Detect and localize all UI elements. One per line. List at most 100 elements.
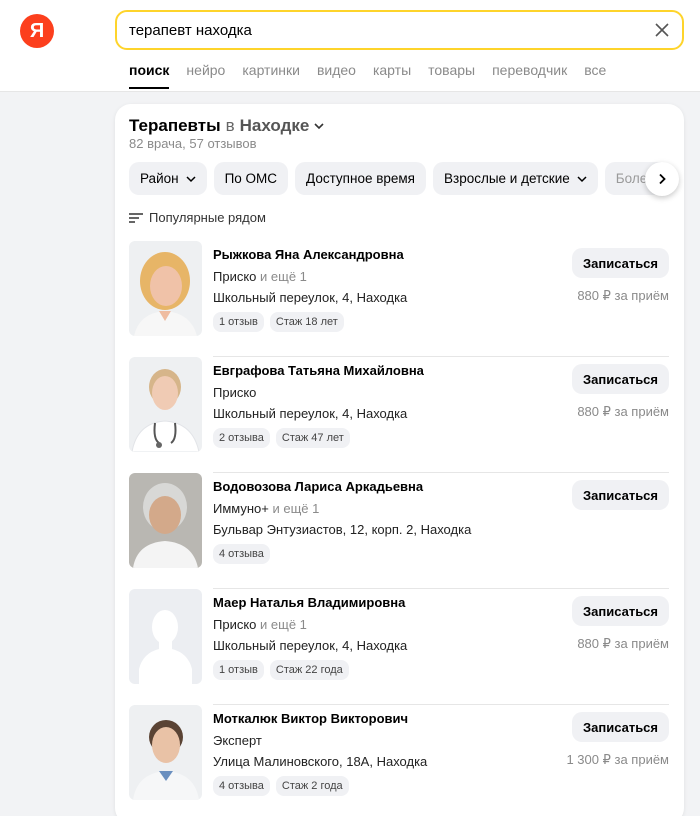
doctor-name[interactable]: Евграфова Татьяна Михайловна [213, 363, 424, 378]
sort-icon [129, 212, 143, 223]
search-tabs: поиск нейро картинки видео карты товары … [129, 62, 623, 90]
doctor-price: 1 300 ₽ за приём [566, 752, 669, 767]
reviews-badge[interactable]: 1 отзыв [213, 312, 264, 332]
doctor-photo[interactable] [129, 357, 202, 452]
clinic-more[interactable]: и ещё 1 [273, 501, 320, 516]
doctor-address: Школьный переулок, 4, Находка [213, 406, 408, 421]
chevron-down-icon [314, 123, 324, 130]
book-button[interactable]: Записаться [572, 596, 669, 626]
doctor-photo[interactable] [129, 589, 202, 684]
sort-label: Популярные рядом [149, 210, 266, 225]
doctor-portrait-image [129, 473, 202, 568]
clinic-more[interactable]: и ещё 1 [260, 617, 307, 632]
filter-district[interactable]: Район [129, 162, 207, 195]
clinic-more[interactable]: и ещё 1 [260, 269, 307, 284]
tab-search[interactable]: поиск [129, 62, 170, 90]
doctor-name[interactable]: Водовозова Лариса Аркадьевна [213, 479, 423, 494]
book-button[interactable]: Записаться [572, 364, 669, 394]
doctor-photo[interactable] [129, 705, 202, 800]
logo-letter: Я [29, 19, 45, 42]
clinic-name: Приско [213, 385, 257, 400]
doctor-photo[interactable] [129, 473, 202, 568]
filter-bar: Район По ОМС Доступное время Взрослые и … [129, 162, 684, 195]
experience-badge: Стаж 2 года [275, 776, 349, 796]
doctor-badges: 2 отзыва Стаж 47 лет [213, 428, 350, 448]
header: Я поиск нейро картинки видео карты товар… [0, 0, 700, 92]
clear-icon[interactable] [652, 20, 672, 40]
filter-label: Доступное время [306, 171, 415, 186]
filter-label: Взрослые и детские [444, 171, 570, 186]
clinic-name: Приско [213, 269, 257, 284]
doctor-price: 880 ₽ за приём [577, 404, 669, 419]
doctor-clinic: Приско и ещё 1 [213, 269, 307, 284]
card-subtitle: 82 врача, 57 отзывов [129, 136, 257, 151]
filter-age[interactable]: Взрослые и детские [433, 162, 598, 195]
search-box [115, 10, 684, 50]
filters-next-button[interactable] [645, 162, 679, 196]
title-prefix: Терапевты [129, 116, 221, 135]
doctor-name[interactable]: Рыжкова Яна Александровна [213, 247, 404, 262]
doctor-clinic: Эксперт [213, 733, 262, 748]
tab-products[interactable]: товары [428, 62, 475, 90]
doctor-item[interactable]: Моткалюк Виктор Викторович Эксперт Улица… [129, 705, 669, 816]
doctor-item[interactable]: Рыжкова Яна Александровна Приско и ещё 1… [129, 241, 669, 357]
chevron-down-icon [186, 175, 196, 182]
doctor-badges: 4 отзыва Стаж 2 года [213, 776, 349, 796]
tab-video[interactable]: видео [317, 62, 356, 90]
tab-neuro[interactable]: нейро [186, 62, 225, 90]
clinic-name: Эксперт [213, 733, 262, 748]
doctor-badges: 1 отзыв Стаж 22 года [213, 660, 349, 680]
filter-oms[interactable]: По ОМС [213, 162, 289, 195]
doctor-badges: 1 отзыв Стаж 18 лет [213, 312, 344, 332]
doctor-portrait-image [129, 705, 202, 800]
avatar-placeholder-image [129, 589, 202, 684]
doctor-item[interactable]: Водовозова Лариса Аркадьевна Иммуно+ и е… [129, 473, 669, 589]
doctor-item[interactable]: Маер Наталья Владимировна Приско и ещё 1… [129, 589, 669, 705]
doctor-address: Бульвар Энтузиастов, 12, корп. 2, Находк… [213, 522, 472, 537]
clinic-name: Приско [213, 617, 257, 632]
reviews-badge[interactable]: 1 отзыв [213, 660, 264, 680]
experience-badge: Стаж 22 года [269, 660, 349, 680]
reviews-badge[interactable]: 4 отзыва [213, 544, 270, 564]
doctor-portrait-image [129, 241, 202, 336]
tab-translator[interactable]: переводчик [492, 62, 567, 90]
book-button[interactable]: Записаться [572, 712, 669, 742]
filter-available-time[interactable]: Доступное время [295, 162, 426, 195]
doctors-card: Терапевты в Находке 82 врача, 57 отзывов… [115, 104, 684, 816]
experience-badge: Стаж 18 лет [269, 312, 344, 332]
clinic-name: Иммуно+ [213, 501, 269, 516]
doctor-price: 880 ₽ за приём [577, 288, 669, 303]
doctors-list: Рыжкова Яна Александровна Приско и ещё 1… [129, 241, 669, 816]
tab-images[interactable]: картинки [242, 62, 300, 90]
doctor-clinic: Иммуно+ и ещё 1 [213, 501, 319, 516]
title-in: в [225, 116, 235, 135]
doctor-address: Школьный переулок, 4, Находка [213, 290, 408, 305]
sort-control[interactable]: Популярные рядом [129, 210, 266, 225]
title-city: Находке [239, 116, 310, 135]
experience-badge: Стаж 47 лет [275, 428, 350, 448]
reviews-badge[interactable]: 4 отзыва [213, 776, 270, 796]
doctor-item[interactable]: Евграфова Татьяна Михайловна Приско Школ… [129, 357, 669, 473]
doctor-badges: 4 отзыва [213, 544, 270, 564]
book-button[interactable]: Записаться [572, 480, 669, 510]
doctor-portrait-image [129, 357, 202, 452]
doctor-price: 880 ₽ за приём [577, 636, 669, 651]
search-input[interactable] [129, 12, 629, 48]
doctor-clinic: Приско [213, 385, 256, 400]
doctor-address: Улица Малиновского, 18А, Находка [213, 754, 428, 769]
filter-label: Район [140, 171, 179, 186]
tab-maps[interactable]: карты [373, 62, 411, 90]
chevron-down-icon [577, 175, 587, 182]
tab-all[interactable]: все [584, 62, 606, 90]
book-button[interactable]: Записаться [572, 248, 669, 278]
card-title[interactable]: Терапевты в Находке [129, 116, 325, 136]
doctor-clinic: Приско и ещё 1 [213, 617, 307, 632]
chevron-right-icon [659, 173, 666, 185]
doctor-name[interactable]: Моткалюк Виктор Викторович [213, 711, 408, 726]
doctor-name[interactable]: Маер Наталья Владимировна [213, 595, 405, 610]
yandex-logo[interactable]: Я [20, 14, 54, 48]
filter-label: По ОМС [224, 171, 278, 186]
reviews-badge[interactable]: 2 отзыва [213, 428, 270, 448]
doctor-photo[interactable] [129, 241, 202, 336]
doctor-address: Школьный переулок, 4, Находка [213, 638, 408, 653]
